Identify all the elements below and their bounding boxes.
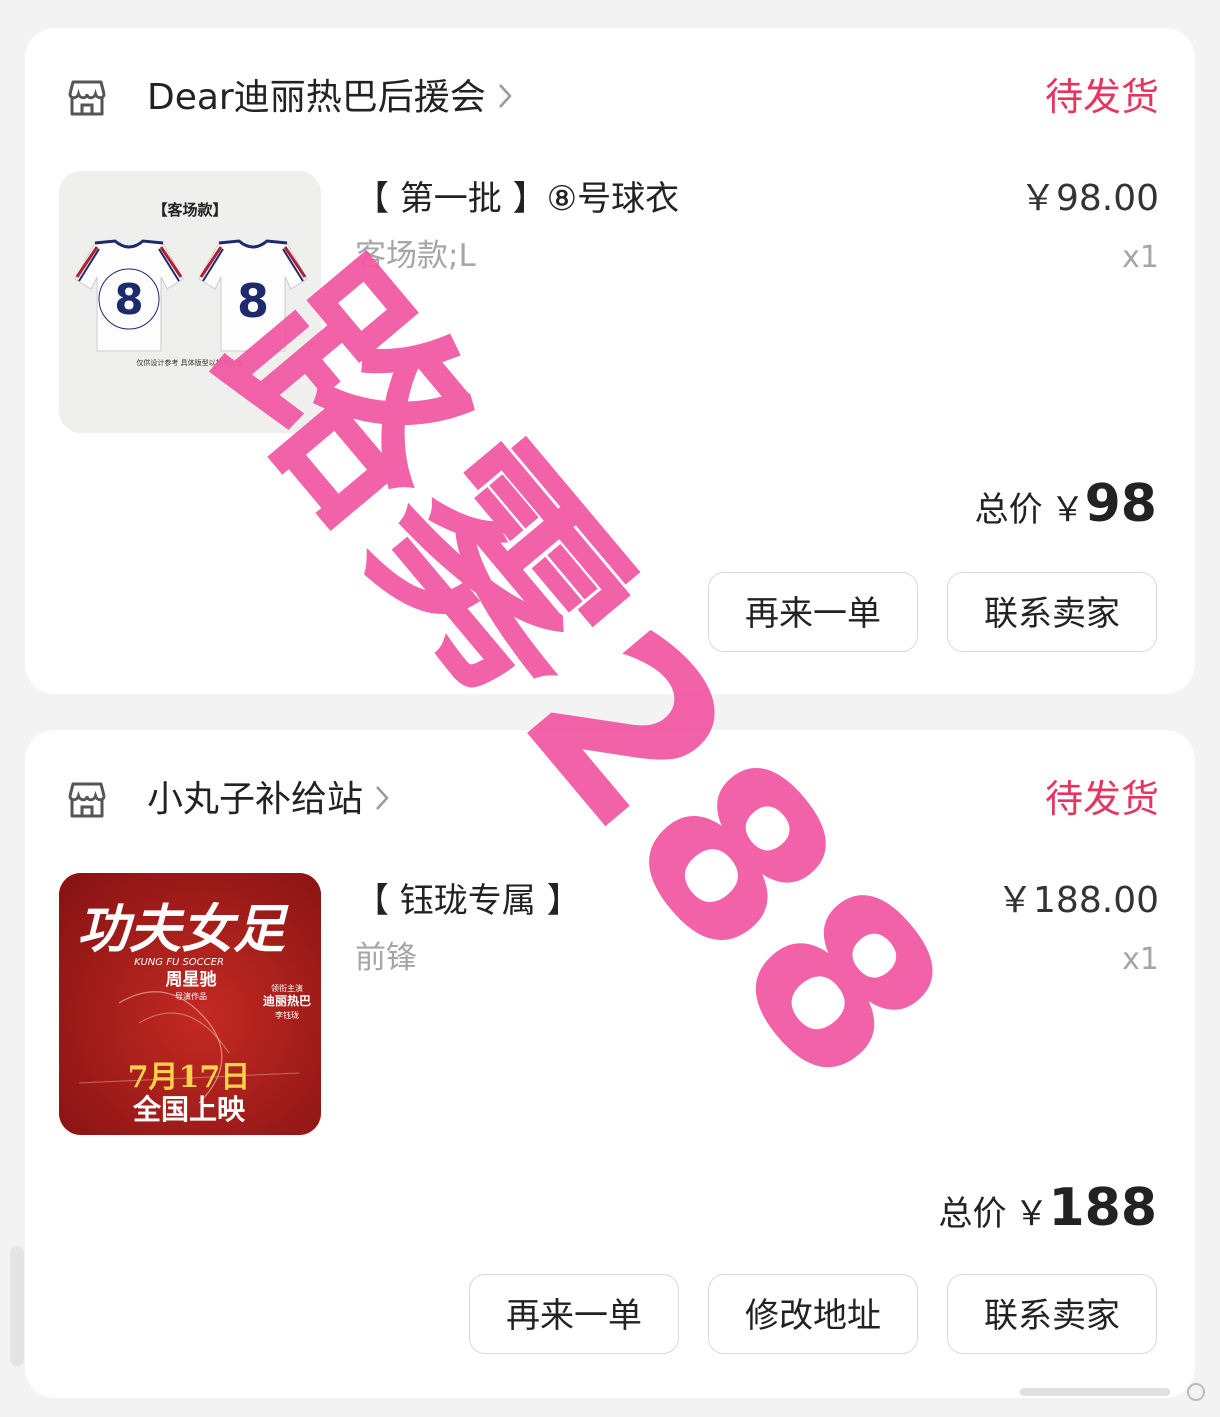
reorder-button[interactable]: 再来一单 <box>708 572 918 652</box>
poster-director: 周星驰 <box>166 969 217 990</box>
poster-release-note: 全国上映 <box>132 1093 246 1126</box>
order-total: 总价 ￥188 <box>938 1178 1157 1238</box>
product-thumbnail[interactable]: 【客场款】 8 8 仅供设计参考 具体版型以打样为准 <box>59 171 321 433</box>
scrollbar[interactable] <box>10 1246 24 1366</box>
unit-price: ￥98.00 <box>1019 178 1159 219</box>
store-icon <box>68 782 106 818</box>
poster-title: 功夫女足 <box>77 899 289 960</box>
contact-seller-button[interactable]: 联系卖家 <box>947 572 1157 652</box>
poster-release-date: 7月17日 <box>128 1060 251 1095</box>
thumb-caption: 仅供设计参考 具体版型以打样为准 <box>136 358 243 367</box>
jersey-number-back: 8 <box>237 274 269 328</box>
more-icon <box>1020 1383 1205 1401</box>
order-card: Dear迪丽热巴后援会 待发货 【客场款】 8 8 仅供设计参考 具体版型以打样… <box>25 28 1195 694</box>
modify-address-button[interactable]: 修改地址 <box>708 1274 918 1354</box>
total-currency: ￥ <box>1014 1194 1049 1234</box>
order-status: 待发货 <box>1044 75 1159 119</box>
total-amount: 98 <box>1084 474 1157 534</box>
product-spec: 客场款;L <box>355 238 476 274</box>
total-label: 总价 <box>938 1194 1007 1234</box>
product-title[interactable]: 【 钰珑专属 】 <box>355 876 581 926</box>
chevron-right-icon <box>498 84 512 108</box>
jersey-image: 【客场款】 8 8 仅供设计参考 具体版型以打样为准 <box>59 171 321 433</box>
product-thumbnail[interactable]: 功夫女足 KUNG FU SOCCER 周星驰 导演作品 领衔主演 迪丽热巴 李… <box>59 873 321 1135</box>
movie-poster-image: 功夫女足 KUNG FU SOCCER 周星驰 导演作品 领衔主演 迪丽热巴 李… <box>59 873 321 1135</box>
product-title[interactable]: 【 第一批 】⑧号球衣 <box>355 174 679 224</box>
order-card: 小丸子补给站 待发货 功夫女足 KUNG FU SOCCER 周星驰 导演作品 … <box>25 730 1195 1398</box>
chevron-right-icon <box>376 786 389 810</box>
product-spec: 前锋 <box>355 940 417 976</box>
store-icon <box>68 80 106 116</box>
shop-header[interactable]: Dear迪丽热巴后援会 待发货 <box>25 28 1195 168</box>
order-total: 总价 ￥98 <box>975 474 1157 534</box>
unit-price: ￥188.00 <box>997 880 1159 921</box>
poster-cast-role: 李钰珑 <box>275 1010 299 1020</box>
poster-subtitle: KUNG FU SOCCER <box>134 957 224 968</box>
total-currency: ￥ <box>1050 490 1085 530</box>
shop-name[interactable]: Dear迪丽热巴后援会 <box>147 74 512 122</box>
quantity: x1 <box>1122 240 1159 275</box>
thumb-label: 【客场款】 <box>152 201 227 219</box>
total-amount: 188 <box>1048 1178 1157 1238</box>
poster-cast: 迪丽热巴 <box>263 993 311 1008</box>
contact-seller-button[interactable]: 联系卖家 <box>947 1274 1157 1354</box>
shop-header[interactable]: 小丸子补给站 待发货 <box>25 730 1195 870</box>
poster-director-note: 导演作品 <box>175 991 207 1001</box>
total-label: 总价 <box>974 490 1043 530</box>
quantity: x1 <box>1122 942 1159 977</box>
shop-name[interactable]: 小丸子补给站 <box>147 776 389 824</box>
jersey-number: 8 <box>114 275 143 324</box>
poster-cast-note: 领衔主演 <box>271 983 303 993</box>
order-status: 待发货 <box>1044 777 1159 821</box>
reorder-button[interactable]: 再来一单 <box>469 1274 679 1354</box>
